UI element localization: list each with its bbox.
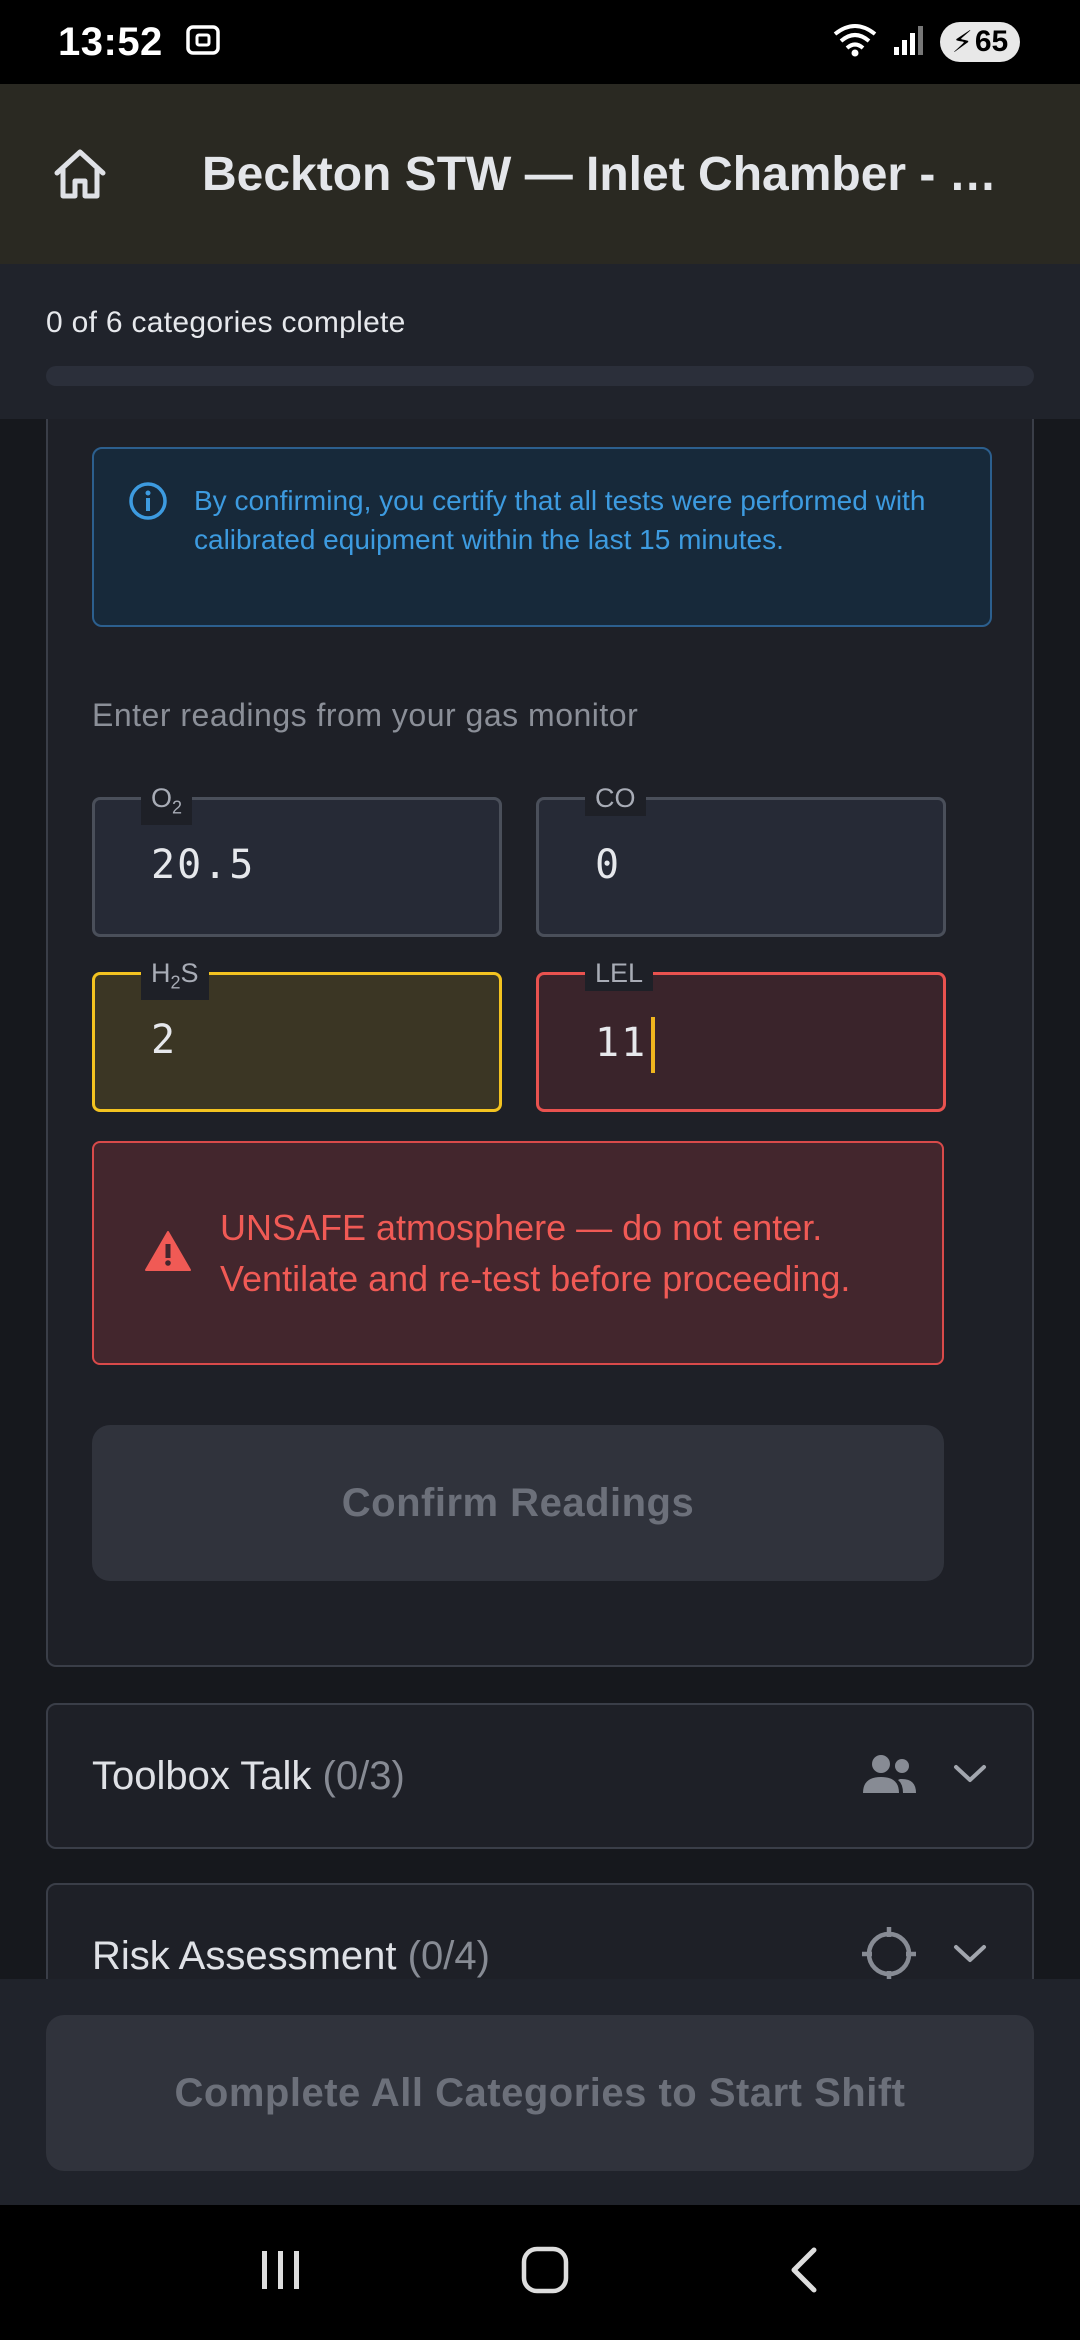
home-nav-button[interactable] <box>520 2245 570 2300</box>
start-shift-button[interactable]: Complete All Categories to Start Shift <box>46 2015 1034 2171</box>
home-button[interactable] <box>0 84 160 264</box>
charging-icon: ⚡ <box>951 25 973 59</box>
checklist-scroll[interactable]: By confirming, you certify that all test… <box>0 419 1080 1979</box>
status-bar: 13:52 ⚡ 65 <box>0 0 1080 84</box>
progress-header: 0 of 6 categories complete <box>0 264 1080 419</box>
system-nav-bar <box>0 2205 1080 2340</box>
recents-icon <box>262 2251 299 2289</box>
recents-button[interactable] <box>258 2247 304 2298</box>
o2-value: 20.5 <box>151 842 256 888</box>
clock: 13:52 <box>58 19 163 64</box>
chevron-down-icon <box>952 1763 988 1790</box>
h2s-label: H2S <box>141 955 209 1001</box>
progress-bar <box>46 366 1034 386</box>
lel-field[interactable]: LEL 11 <box>536 955 946 1112</box>
back-button[interactable] <box>786 2245 822 2300</box>
category-title: Toolbox Talk (0/3) <box>92 1753 405 1798</box>
page-title: Beckton STW — Inlet Chamber - C... <box>202 147 1012 201</box>
confirm-readings-button[interactable]: Confirm Readings <box>92 1425 944 1581</box>
bottom-action-bar: Complete All Categories to Start Shift <box>0 1979 1080 2205</box>
info-text: By confirming, you certify that all test… <box>194 485 926 555</box>
app-bar: Beckton STW — Inlet Chamber - C... <box>0 84 1080 264</box>
o2-field[interactable]: O2 20.5 <box>92 780 502 937</box>
warning-icon <box>144 1229 192 1278</box>
category-title: Risk Assessment (0/4) <box>92 1933 490 1978</box>
info-icon <box>128 481 168 625</box>
co-field[interactable]: CO 0 <box>536 780 946 937</box>
people-icon <box>860 1753 918 1800</box>
alert-text: UNSAFE atmosphere — do not enter. Ventil… <box>220 1207 851 1299</box>
text-cursor <box>651 1017 656 1073</box>
home-icon <box>54 149 106 199</box>
co-label: CO <box>585 780 646 816</box>
lel-label: LEL <box>585 955 654 991</box>
signal-icon <box>892 23 926 62</box>
category-risk-assessment[interactable]: Risk Assessment (0/4) <box>46 1883 1034 1979</box>
crosshair-icon <box>860 1925 918 1979</box>
o2-label: O2 <box>141 780 193 826</box>
info-banner: By confirming, you certify that all test… <box>92 447 992 627</box>
gas-test-card: By confirming, you certify that all test… <box>46 419 1034 1667</box>
home-nav-icon <box>521 2246 569 2294</box>
lel-value: 11 <box>595 1017 656 1073</box>
wifi-icon <box>832 22 878 63</box>
screenshot-icon <box>183 20 223 65</box>
co-value: 0 <box>595 842 622 888</box>
back-icon <box>791 2247 817 2293</box>
readings-label: Enter readings from your gas monitor <box>92 697 639 733</box>
h2s-field[interactable]: H2S 2 <box>92 955 502 1112</box>
category-toolbox-talk[interactable]: Toolbox Talk (0/3) <box>46 1703 1034 1849</box>
h2s-value: 2 <box>151 1017 178 1063</box>
chevron-down-icon <box>952 1943 988 1970</box>
battery-indicator: ⚡ 65 <box>940 22 1020 62</box>
progress-text: 0 of 6 categories complete <box>46 306 406 339</box>
unsafe-alert: UNSAFE atmosphere — do not enter. Ventil… <box>92 1141 944 1365</box>
